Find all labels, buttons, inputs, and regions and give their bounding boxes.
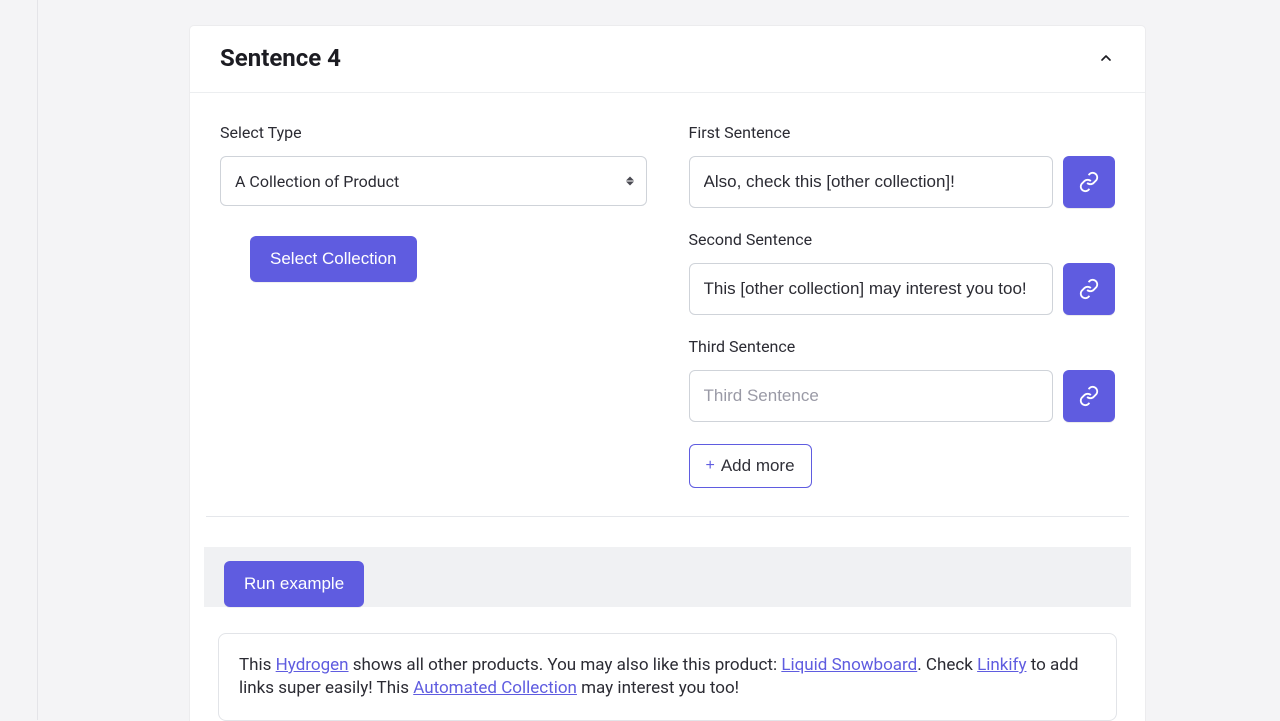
- second-sentence-link-button[interactable]: [1063, 263, 1115, 315]
- select-type-value: A Collection of Product: [235, 172, 399, 191]
- add-more-button[interactable]: + Add more: [689, 444, 812, 488]
- run-example-button[interactable]: Run example: [224, 561, 364, 607]
- second-sentence-field: Second Sentence: [689, 230, 1116, 315]
- link-icon: [1078, 171, 1100, 193]
- section-divider: [206, 516, 1129, 517]
- second-sentence-input[interactable]: [689, 263, 1054, 315]
- preview-card: This Hydrogen shows all other products. …: [218, 633, 1117, 721]
- preview-text: may interest you too!: [577, 678, 739, 698]
- preview-text: shows all other products. You may also l…: [349, 655, 782, 675]
- sidebar-divider: [37, 0, 38, 720]
- preview-text: . Check: [917, 655, 977, 675]
- first-sentence-field: First Sentence: [689, 123, 1116, 208]
- sentence-card: Sentence 4 Select Type A Collection of P…: [190, 26, 1145, 721]
- link-icon: [1078, 385, 1100, 407]
- third-sentence-link-button[interactable]: [1063, 370, 1115, 422]
- select-collection-button[interactable]: Select Collection: [250, 236, 417, 282]
- preview-link-hydrogen[interactable]: Hydrogen: [276, 655, 349, 675]
- third-sentence-field: Third Sentence: [689, 337, 1116, 422]
- link-icon: [1078, 278, 1100, 300]
- collapse-toggle[interactable]: [1097, 49, 1115, 67]
- select-caret-icon: [626, 177, 634, 186]
- preview-text: This: [239, 655, 276, 675]
- preview-link-liquid-snowboard[interactable]: Liquid Snowboard: [781, 655, 917, 675]
- third-sentence-label: Third Sentence: [689, 337, 1116, 356]
- first-sentence-input[interactable]: [689, 156, 1054, 208]
- chevron-up-icon: [1098, 50, 1114, 66]
- plus-icon: +: [706, 457, 715, 475]
- card-header: Sentence 4: [190, 26, 1145, 93]
- third-sentence-input[interactable]: [689, 370, 1054, 422]
- card-title: Sentence 4: [220, 44, 341, 72]
- right-column: First Sentence Second Sentence: [689, 123, 1116, 488]
- add-more-label: Add more: [721, 456, 795, 476]
- run-example-section: Run example: [204, 547, 1131, 607]
- first-sentence-label: First Sentence: [689, 123, 1116, 142]
- preview-link-linkify[interactable]: Linkify: [977, 655, 1026, 675]
- preview-link-automated-collection[interactable]: Automated Collection: [413, 678, 577, 698]
- first-sentence-link-button[interactable]: [1063, 156, 1115, 208]
- select-type-label: Select Type: [220, 123, 647, 142]
- left-column: Select Type A Collection of Product Sele…: [220, 123, 647, 488]
- select-type-dropdown[interactable]: A Collection of Product: [220, 156, 647, 206]
- card-body: Select Type A Collection of Product Sele…: [190, 93, 1145, 516]
- second-sentence-label: Second Sentence: [689, 230, 1116, 249]
